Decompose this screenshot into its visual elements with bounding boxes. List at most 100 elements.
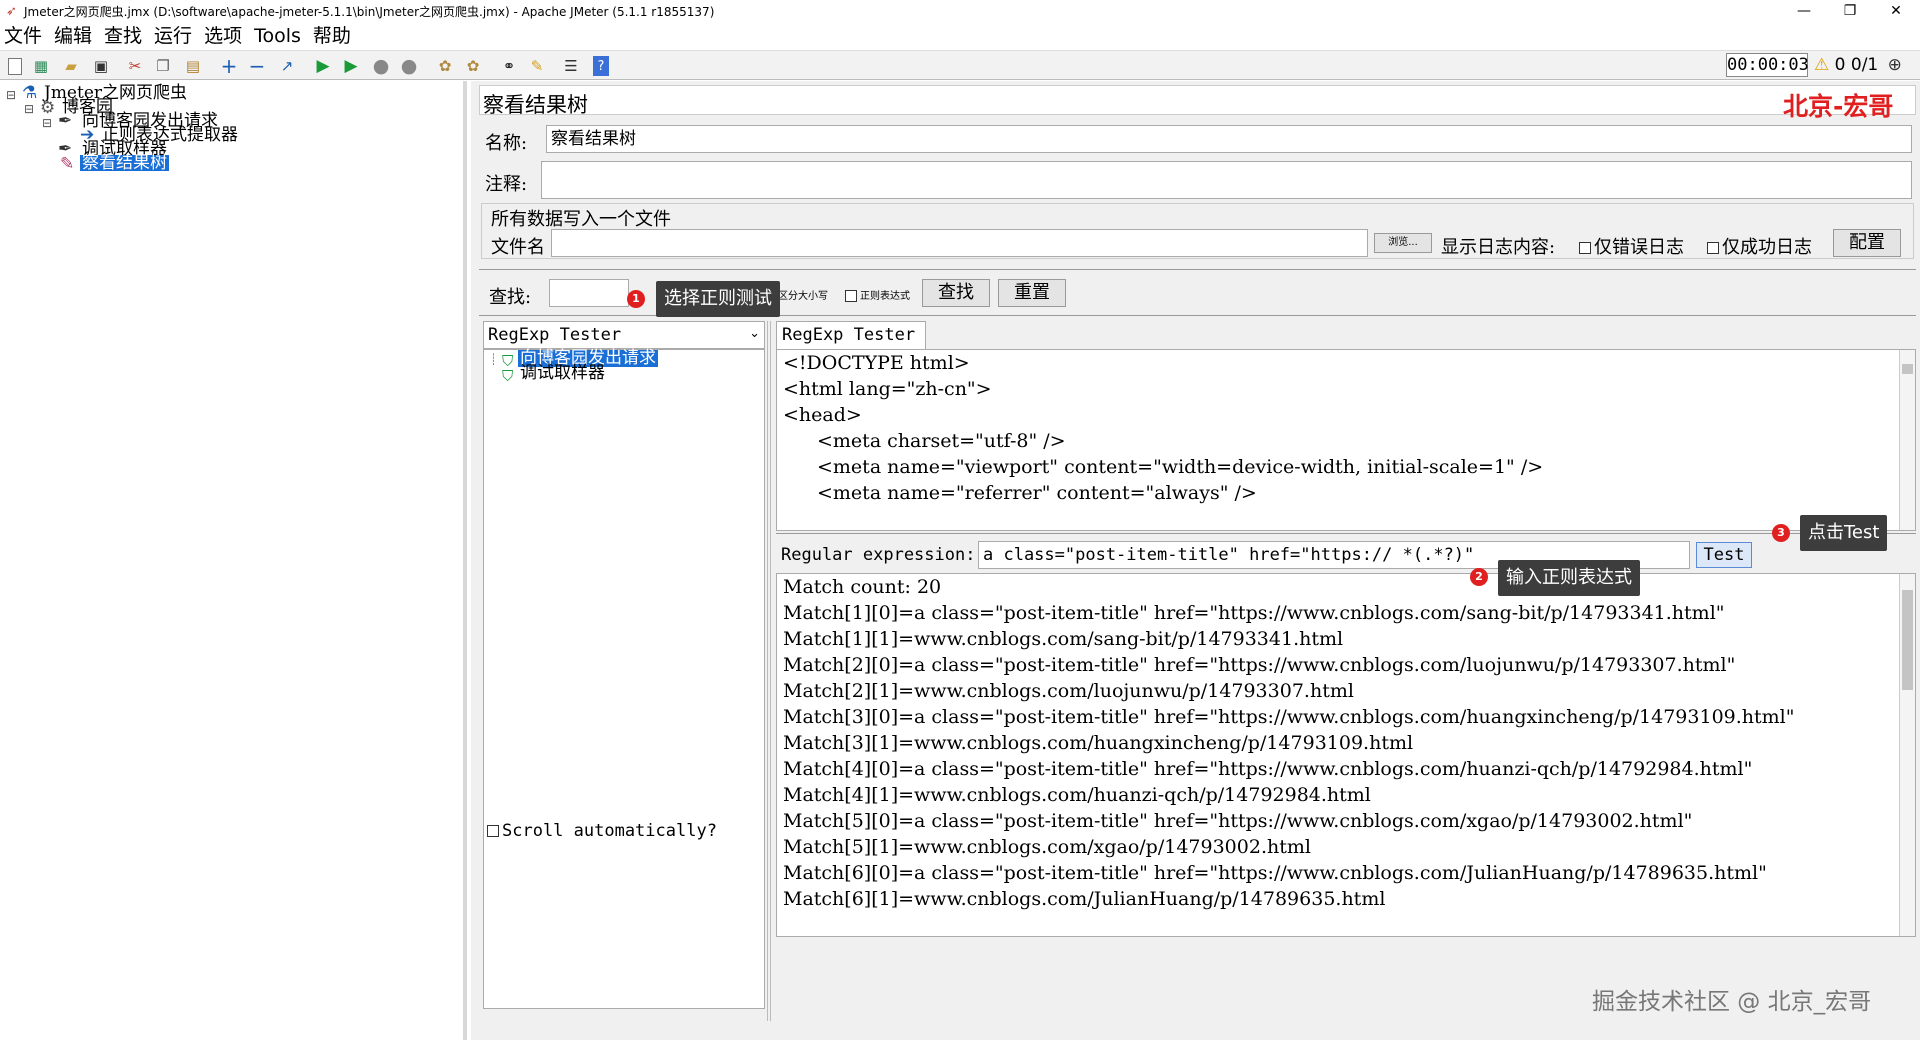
sampler-icon: ✒ xyxy=(58,111,73,131)
shutdown-icon[interactable]: ● xyxy=(398,55,420,77)
function-helper-icon[interactable]: ☰ xyxy=(560,55,582,77)
errors-only-checkbox[interactable] xyxy=(1579,242,1591,254)
result-line: Match[2][0]=a class="post-item-title" hr… xyxy=(783,654,1736,676)
result-line: Match[6][0]=a class="post-item-title" hr… xyxy=(783,862,1767,884)
menu-search[interactable]: 查找 xyxy=(104,25,142,47)
success-only-checkbox[interactable] xyxy=(1707,242,1719,254)
errors-only-option: 仅错误日志 xyxy=(1579,233,1684,259)
thread-count: 0/1 xyxy=(1850,55,1879,75)
response-scrollbar[interactable] xyxy=(1899,350,1915,530)
help-icon[interactable]: ? xyxy=(593,56,609,76)
test-plan-icon: ⚗ xyxy=(22,83,38,103)
menu-tools[interactable]: Tools xyxy=(254,25,301,47)
start-no-pauses-icon[interactable]: ▶ xyxy=(340,55,362,77)
toolbar: ▦ ▰ ▣ ✂ ❐ ▤ + − ↗ ▶ ▶ ● ● ✿ ✿ ⚭ ✎ ☰ ? xyxy=(0,50,1920,80)
divider xyxy=(479,269,1916,271)
error-count: 0 xyxy=(1834,55,1846,75)
result-line: Match[3][1]=www.cnblogs.com/huangxinchen… xyxy=(783,732,1414,754)
tree-node-listener[interactable]: 察看结果树 xyxy=(80,155,169,172)
collapse-group-icon[interactable]: ⊟ xyxy=(24,101,34,117)
templates-icon[interactable]: ▦ xyxy=(30,55,52,77)
sample-item-debug[interactable]: 调试取样器 xyxy=(520,365,605,382)
log-content-label: 显示日志内容: xyxy=(1441,237,1556,258)
comment-field[interactable] xyxy=(541,161,1912,199)
split-divider[interactable] xyxy=(767,321,771,1021)
response-line: <head> xyxy=(783,404,862,426)
scroll-auto-label: Scroll automatically? xyxy=(502,821,717,841)
search-input[interactable] xyxy=(549,279,629,307)
filename-field[interactable] xyxy=(551,229,1368,257)
status-indicator: ⚠ 0 0/1 ⊕ xyxy=(1814,52,1902,78)
warning-icon[interactable]: ⚠ xyxy=(1814,55,1829,75)
title-bar: ➶ Jmeter之网页爬虫.jmx (D:\software\apache-jm… xyxy=(0,0,1920,24)
reset-search-icon[interactable]: ✎ xyxy=(526,55,548,77)
copy-icon[interactable]: ❐ xyxy=(152,55,174,77)
test-plan-tree: ⊟ ⚗ Jmeter之网页爬虫 ⊟ ⚙ 博客园 ⊟ ✒ 向博客园发出请求 ➔ 正… xyxy=(0,81,467,1040)
test-button[interactable]: Test xyxy=(1696,542,1752,568)
results-scrollbar[interactable] xyxy=(1899,574,1915,936)
reset-button[interactable]: 重置 xyxy=(998,279,1066,307)
browse-button[interactable]: 浏览... xyxy=(1374,233,1432,253)
renderer-select[interactable]: RegExp Tester ⌄ xyxy=(483,321,765,349)
collapse-request-icon[interactable]: ⊟ xyxy=(42,115,52,131)
result-line: Match[6][1]=www.cnblogs.com/JulianHuang/… xyxy=(783,888,1386,910)
result-line: Match[4][0]=a class="post-item-title" hr… xyxy=(783,758,1753,780)
listener-icon: ✎ xyxy=(60,154,75,174)
name-field[interactable]: 察看结果树 xyxy=(546,125,1912,153)
clear-all-icon[interactable]: ✿ xyxy=(462,55,484,77)
regex-label-text: Regular expression: xyxy=(781,545,976,565)
loggers-icon[interactable]: ⊕ xyxy=(1888,55,1902,75)
step-1-marker: 1 xyxy=(627,290,645,308)
paste-icon[interactable]: ▤ xyxy=(182,55,204,77)
response-line: <meta charset="utf-8" /> xyxy=(817,430,1066,452)
close-button[interactable]: ✕ xyxy=(1876,0,1916,24)
maximize-button[interactable]: ❐ xyxy=(1830,0,1870,24)
sample-list: ┊ ⛉ 向博客园发出请求 ⛉ 调试取样器 xyxy=(483,349,765,1009)
menu-file[interactable]: 文件 xyxy=(4,25,42,47)
response-line: <html lang="zh-cn"> xyxy=(783,378,992,400)
response-line: <meta name="referrer" content="always" /… xyxy=(817,482,1257,504)
result-line: Match[4][1]=www.cnblogs.com/huanzi-qch/p… xyxy=(783,784,1371,806)
regex-option: 正则表达式 xyxy=(845,287,910,302)
menu-run[interactable]: 运行 xyxy=(154,25,192,47)
find-button[interactable]: 查找 xyxy=(922,279,990,307)
result-line: Match[5][1]=www.cnblogs.com/xgao/p/14793… xyxy=(783,836,1311,858)
configure-button[interactable]: 配置 xyxy=(1833,229,1901,257)
save-icon[interactable]: ▣ xyxy=(90,55,112,77)
menu-edit[interactable]: 编辑 xyxy=(54,25,92,47)
result-line: Match[3][0]=a class="post-item-title" hr… xyxy=(783,706,1795,728)
expand-icon[interactable]: + xyxy=(218,54,240,78)
toggle-icon[interactable]: ↗ xyxy=(276,55,298,77)
collapse-icon[interactable]: − xyxy=(246,54,268,78)
search-icon[interactable]: ⚭ xyxy=(498,55,520,77)
jmeter-feather-icon: ➶ xyxy=(6,4,17,19)
success-only-label: 仅成功日志 xyxy=(1722,237,1812,258)
name-label: 名称: xyxy=(485,133,528,154)
result-line: Match[1][1]=www.cnblogs.com/sang-bit/p/1… xyxy=(783,628,1344,650)
result-line: Match[5][0]=a class="post-item-title" hr… xyxy=(783,810,1693,832)
step-3-marker: 3 xyxy=(1772,524,1790,542)
cut-icon[interactable]: ✂ xyxy=(124,55,146,77)
menu-options[interactable]: 选项 xyxy=(204,25,242,47)
step-2-marker: 2 xyxy=(1470,568,1488,586)
open-icon[interactable]: ▰ xyxy=(60,55,82,77)
stop-icon[interactable]: ● xyxy=(370,55,392,77)
match-results[interactable]: Match count: 20 Match[1][0]=a class="pos… xyxy=(776,573,1916,937)
minimize-button[interactable]: — xyxy=(1784,0,1824,24)
regex-checkbox[interactable] xyxy=(845,290,857,302)
file-section-title: 所有数据写入一个文件 xyxy=(491,209,671,230)
response-line: <meta name="viewport" content="width=dev… xyxy=(817,456,1544,478)
elapsed-timer: 00:00:03 xyxy=(1726,53,1809,77)
collapse-root-icon[interactable]: ⊟ xyxy=(6,87,16,103)
thread-group-icon: ⚙ xyxy=(40,98,56,118)
new-icon[interactable] xyxy=(4,55,26,77)
clear-icon[interactable]: ✿ xyxy=(434,55,456,77)
tab-regexp-tester[interactable]: RegExp Tester xyxy=(776,321,926,349)
tree-line-icon: ┊ xyxy=(490,353,497,366)
regex-label: 正则表达式 xyxy=(860,291,910,302)
menu-help[interactable]: 帮助 xyxy=(313,25,351,47)
divider-3[interactable] xyxy=(776,533,1916,535)
start-icon[interactable]: ▶ xyxy=(312,55,334,77)
response-body[interactable]: <!DOCTYPE html> <html lang="zh-cn"> <hea… xyxy=(776,349,1916,531)
scroll-auto-checkbox[interactable] xyxy=(487,825,499,837)
